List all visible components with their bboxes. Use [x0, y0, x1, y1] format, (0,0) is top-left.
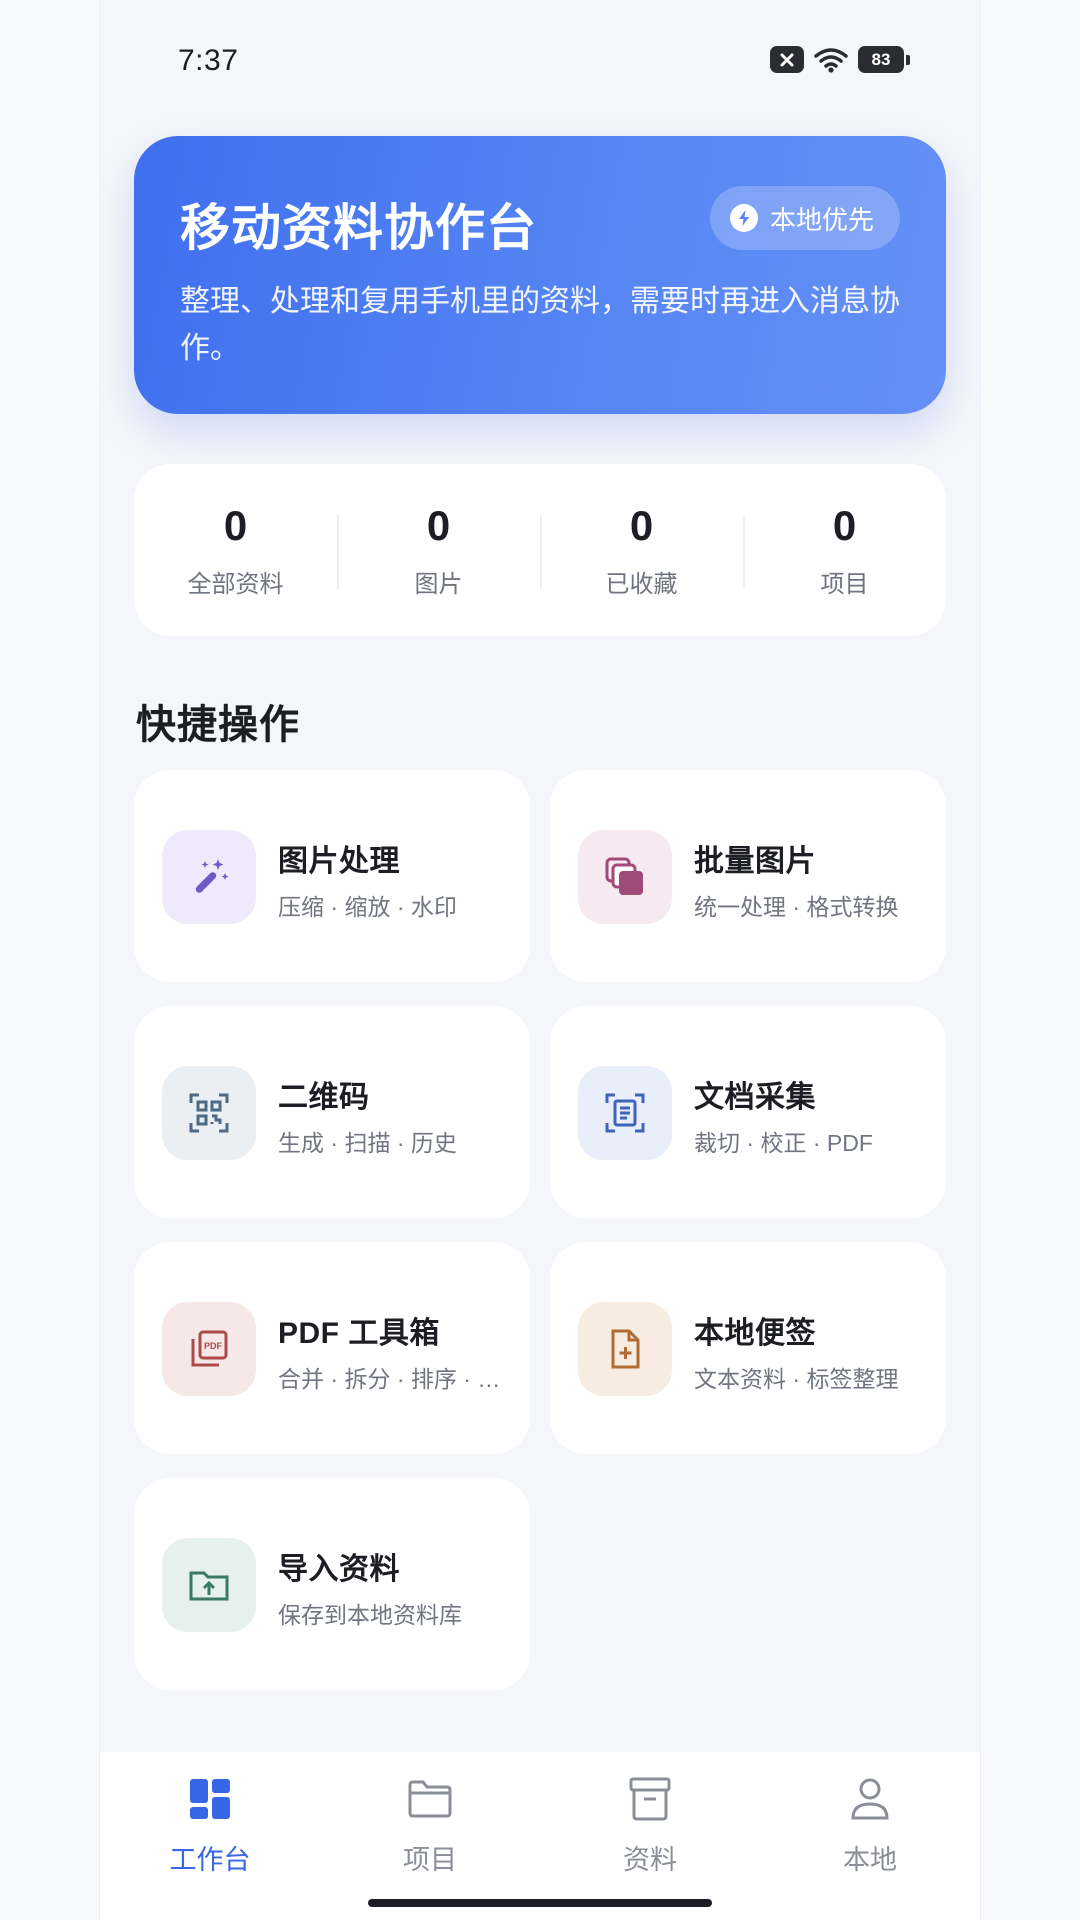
card-subtitle: 压缩 · 缩放 · 水印: [278, 894, 457, 920]
nav-tab-workbench[interactable]: 工作台: [100, 1752, 320, 1920]
card-title: 图片处理: [278, 845, 400, 878]
pdf-icon: PDF: [162, 1302, 256, 1396]
stats-card: 0 全部资料 0 图片 0 已收藏 0 项目: [134, 464, 946, 636]
stat-value: 0: [832, 502, 857, 549]
bottom-navigation: 工作台 项目 资料 本地: [100, 1752, 980, 1920]
action-card-batch-images[interactable]: 批量图片 统一处理 · 格式转换: [550, 770, 946, 982]
battery-indicator: 83: [858, 46, 910, 73]
quick-actions-title: 快捷操作: [136, 703, 300, 747]
card-subtitle: 裁切 · 校正 · PDF: [694, 1130, 873, 1156]
card-title: 二维码: [278, 1081, 370, 1114]
stat-label: 项目: [820, 571, 869, 598]
wifi-icon: [814, 47, 848, 73]
nav-label: 工作台: [169, 1845, 251, 1875]
svg-text:PDF: PDF: [204, 1341, 223, 1351]
action-card-local-notes[interactable]: 本地便签 文本资料 · 标签整理: [550, 1242, 946, 1454]
card-subtitle: 生成 · 扫描 · 历史: [278, 1130, 457, 1156]
hero-badge-label: 本地优先: [769, 204, 874, 235]
local-first-badge[interactable]: 本地优先: [709, 186, 900, 250]
card-subtitle: 统一处理 · 格式转换: [694, 894, 899, 920]
nav-tab-local[interactable]: 本地: [760, 1752, 980, 1920]
folder-upload-icon: [162, 1538, 256, 1632]
nav-tab-projects[interactable]: 项目: [320, 1752, 540, 1920]
status-icons: 83: [770, 46, 910, 73]
action-card-pdf-toolbox[interactable]: PDF PDF 工具箱 合并 · 拆分 · 排序 · …: [134, 1242, 530, 1454]
card-title: PDF 工具箱: [278, 1317, 440, 1350]
action-card-qr-code[interactable]: 二维码 生成 · 扫描 · 历史: [134, 1006, 530, 1218]
magic-wand-icon: [162, 830, 256, 924]
stat-projects[interactable]: 0 项目: [743, 464, 946, 636]
document-scan-icon: [578, 1066, 672, 1160]
app-screen: 7:37 83 移动资料协作台 本地优先 整理、处理和复用手机里的资料，需要时再…: [99, 0, 981, 1920]
stat-images[interactable]: 0 图片: [337, 464, 540, 636]
card-subtitle: 合并 · 拆分 · 排序 · …: [278, 1366, 501, 1392]
action-card-image-processing[interactable]: 图片处理 压缩 · 缩放 · 水印: [134, 770, 530, 982]
stat-favorites[interactable]: 0 已收藏: [540, 464, 743, 636]
stat-value: 0: [426, 502, 451, 549]
dashboard-icon: [185, 1774, 235, 1824]
lightning-icon: [729, 204, 758, 232]
hero-banner: 移动资料协作台 本地优先 整理、处理和复用手机里的资料，需要时再进入消息协作。: [134, 136, 946, 414]
nav-tab-files[interactable]: 资料: [540, 1752, 760, 1920]
archive-icon: [625, 1774, 675, 1824]
stat-value: 0: [223, 502, 248, 549]
stat-label: 图片: [414, 571, 463, 598]
hero-description: 整理、处理和复用手机里的资料，需要时再进入消息协作。: [180, 285, 900, 365]
nav-label: 项目: [403, 1845, 457, 1875]
person-icon: [845, 1774, 895, 1824]
stat-all-files[interactable]: 0 全部资料: [134, 464, 337, 636]
stat-label: 已收藏: [605, 571, 678, 598]
qr-code-icon: [162, 1066, 256, 1160]
home-indicator[interactable]: [368, 1899, 712, 1907]
nav-label: 本地: [843, 1845, 897, 1875]
folder-icon: [405, 1774, 455, 1824]
action-card-document-capture[interactable]: 文档采集 裁切 · 校正 · PDF: [550, 1006, 946, 1218]
battery-level: 83: [858, 46, 904, 73]
layers-icon: [578, 830, 672, 924]
card-title: 文档采集: [694, 1081, 816, 1114]
card-title: 批量图片: [694, 845, 816, 878]
card-subtitle: 保存到本地资料库: [278, 1602, 462, 1628]
card-title: 本地便签: [694, 1317, 816, 1350]
card-title: 导入资料: [278, 1553, 400, 1586]
card-subtitle: 文本资料 · 标签整理: [694, 1366, 899, 1392]
stat-value: 0: [629, 502, 654, 549]
no-sim-icon: [770, 46, 804, 73]
stat-label: 全部资料: [187, 571, 284, 598]
note-add-icon: [578, 1302, 672, 1396]
battery-cap: [906, 54, 910, 65]
nav-label: 资料: [623, 1845, 677, 1875]
action-card-import-files[interactable]: 导入资料 保存到本地资料库: [134, 1478, 530, 1690]
hero-title: 移动资料协作台: [180, 200, 537, 256]
status-time: 7:37: [178, 44, 239, 77]
